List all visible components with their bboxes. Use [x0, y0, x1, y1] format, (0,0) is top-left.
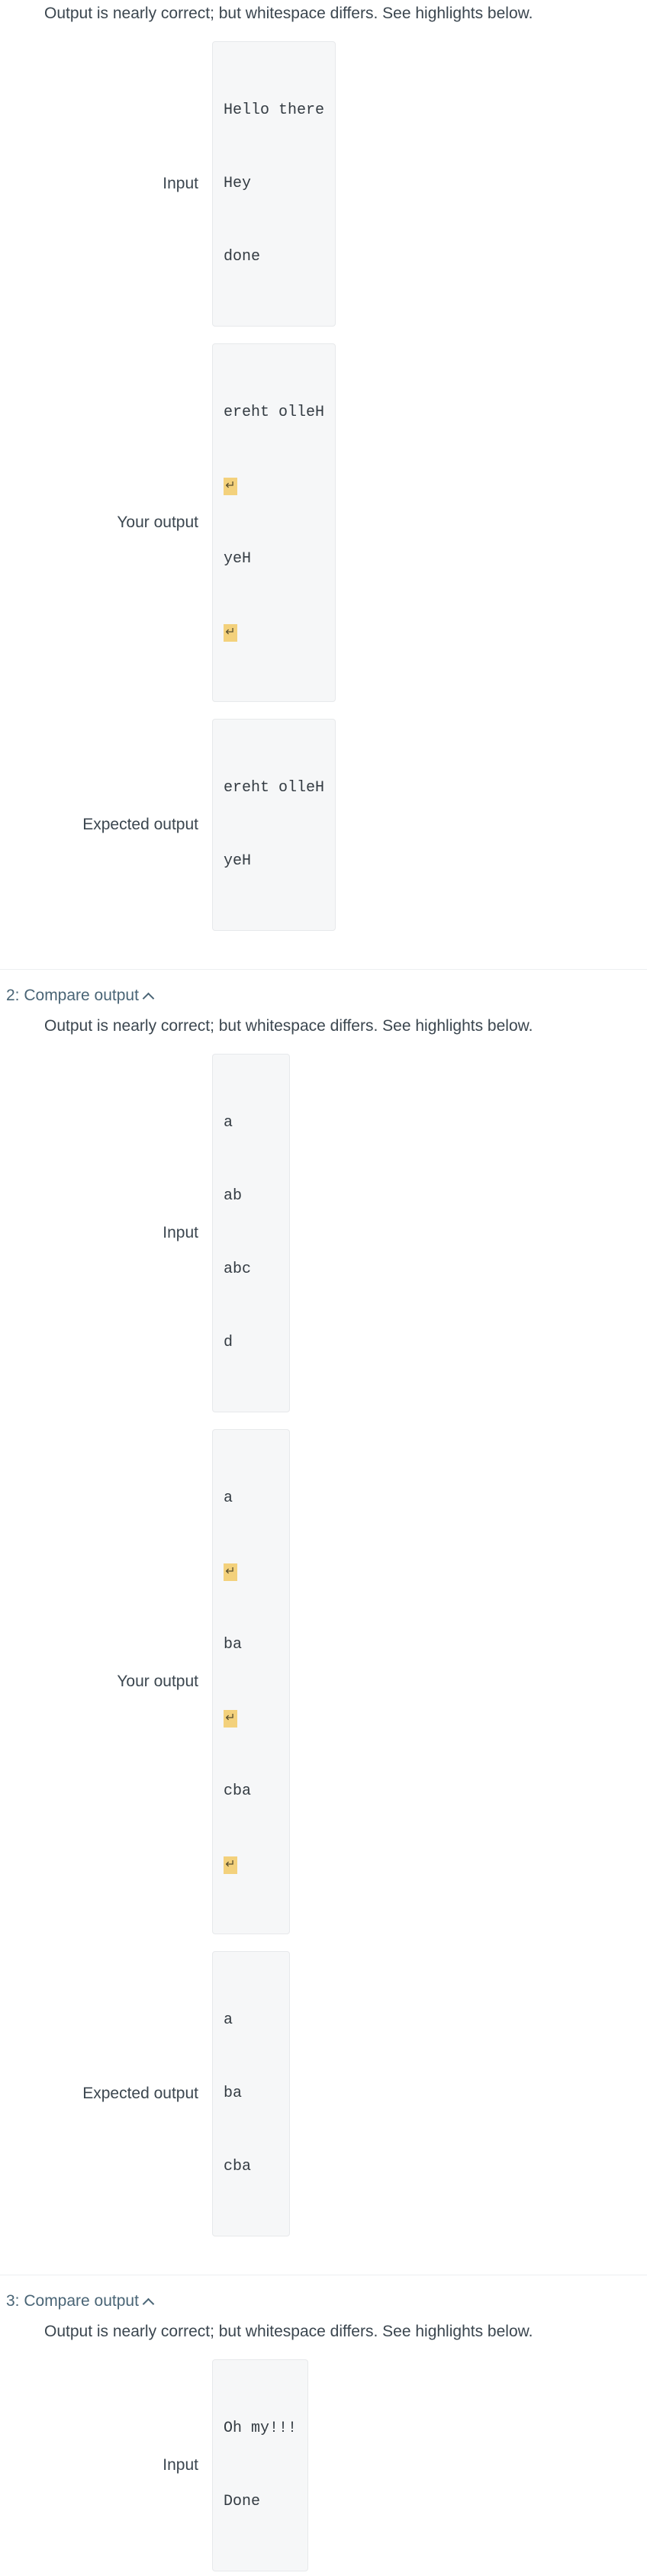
output-line: ↵: [224, 620, 324, 645]
output-line: ereht olleH: [224, 401, 324, 425]
section-header[interactable]: 2: Compare output: [0, 970, 647, 1013]
output-line: ↵: [224, 474, 324, 498]
compare-section-3: 3: Compare output Output is nearly corre…: [0, 2275, 647, 2576]
status-message: Output is nearly correct; but whitespace…: [0, 2318, 647, 2359]
section-title: 3: Compare output: [6, 2292, 139, 2310]
input-row: Input Oh my!!! Done: [0, 2359, 647, 2571]
output-line: ↵: [224, 1706, 278, 1731]
expected-line: cba: [224, 2155, 278, 2179]
output-line: ba: [224, 1633, 278, 1657]
status-message: Output is nearly correct; but whitespace…: [0, 1013, 647, 1054]
input-box: a ab abc d: [212, 1054, 290, 1412]
output-line: yeH: [224, 547, 324, 572]
input-label: Input: [44, 2456, 212, 2475]
your-output-label: Your output: [44, 514, 212, 532]
your-output-box: a ↵ ba ↵ cba ↵: [212, 1429, 290, 1934]
input-line: d: [224, 1331, 278, 1355]
newline-highlight-icon: ↵: [224, 1563, 237, 1581]
expected-output-box: ereht olleH yeH: [212, 719, 336, 931]
newline-highlight-icon: ↵: [224, 1710, 237, 1728]
input-line: Hey: [224, 172, 324, 196]
output-line: ↵: [224, 1853, 278, 1877]
expected-output-row: Expected output a ba cba: [0, 1951, 647, 2236]
compare-section-2: 2: Compare output Output is nearly corre…: [0, 970, 647, 2275]
compare-section-1: Output is nearly correct; but whitespace…: [0, 0, 647, 970]
your-output-label: Your output: [44, 1673, 212, 1691]
input-box: Oh my!!! Done: [212, 2359, 308, 2571]
output-line: cba: [224, 1779, 278, 1804]
input-line: a: [224, 1111, 278, 1135]
expected-output-box: a ba cba: [212, 1951, 290, 2236]
your-output-row: Your output a ↵ ba ↵ cba ↵: [0, 1429, 647, 1934]
newline-highlight-icon: ↵: [224, 478, 237, 495]
expected-output-label: Expected output: [44, 816, 212, 834]
expected-line: a: [224, 2008, 278, 2033]
your-output-box: ereht olleH ↵ yeH ↵: [212, 343, 336, 702]
section-header[interactable]: 3: Compare output: [0, 2275, 647, 2318]
input-row: Input Hello there Hey done: [0, 41, 647, 327]
input-line: done: [224, 245, 324, 269]
expected-output-label: Expected output: [44, 2085, 212, 2103]
input-line: ab: [224, 1184, 278, 1209]
input-box: Hello there Hey done: [212, 41, 336, 327]
expected-line: yeH: [224, 849, 324, 874]
newline-highlight-icon: ↵: [224, 624, 237, 642]
your-output-row: Your output ereht olleH ↵ yeH ↵: [0, 343, 647, 702]
chevron-up-icon: [143, 2297, 153, 2306]
newline-highlight-icon: ↵: [224, 1856, 237, 1874]
input-line: Hello there: [224, 98, 324, 123]
status-message: Output is nearly correct; but whitespace…: [0, 0, 647, 41]
input-line: Oh my!!!: [224, 2417, 297, 2441]
input-label: Input: [44, 175, 212, 193]
output-line: a: [224, 1486, 278, 1511]
input-line: abc: [224, 1257, 278, 1282]
expected-line: ereht olleH: [224, 776, 324, 800]
expected-output-row: Expected output ereht olleH yeH: [0, 719, 647, 931]
input-row: Input a ab abc d: [0, 1054, 647, 1412]
input-line: Done: [224, 2490, 297, 2514]
expected-line: ba: [224, 2082, 278, 2106]
chevron-up-icon: [143, 991, 153, 1000]
output-line: ↵: [224, 1560, 278, 1584]
section-title: 2: Compare output: [6, 987, 139, 1005]
input-label: Input: [44, 1224, 212, 1242]
